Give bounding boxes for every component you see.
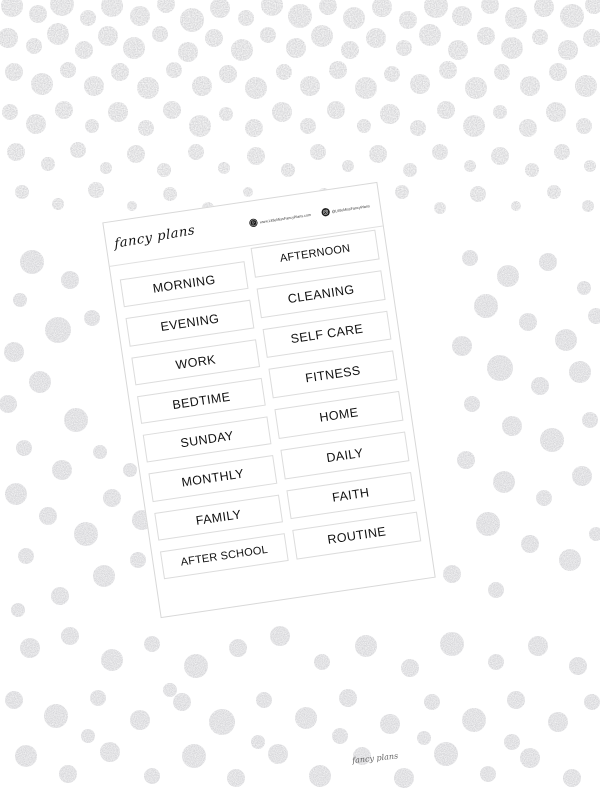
label-sticker-sunday[interactable]: SUNDAY <box>142 416 272 463</box>
confetti-bottom-field <box>5 626 600 788</box>
label-sticker-monthly[interactable]: MONTHLY <box>148 455 278 502</box>
label-sticker-routine[interactable]: ROUTINE <box>292 511 422 560</box>
label-text: FAMILY <box>194 506 243 528</box>
label-sticker-self-care[interactable]: SELF CARE <box>262 310 392 359</box>
instagram-handle-text: @LittleMissFancyPlans <box>331 203 371 214</box>
label-text: SUNDAY <box>179 428 235 451</box>
confetti-top-band <box>0 0 600 214</box>
label-text: FITNESS <box>304 363 362 386</box>
bottom-watermark: fancy plans <box>352 751 432 778</box>
label-sticker-bedtime[interactable]: BEDTIME <box>136 377 266 424</box>
label-text: WORK <box>174 352 217 372</box>
label-sticker-work[interactable]: WORK <box>131 338 261 386</box>
label-text: SELF CARE <box>289 321 365 347</box>
label-sticker-faith[interactable]: FAITH <box>286 471 416 520</box>
label-sticker-home[interactable]: HOME <box>274 390 404 439</box>
label-text: EVENING <box>159 311 221 335</box>
brand-logo-text: fancy plans <box>114 222 196 252</box>
label-sticker-cleaning[interactable]: CLEANING <box>256 269 386 318</box>
label-text: AFTER SCHOOL <box>179 543 269 569</box>
watermark-text: fancy plans <box>351 751 399 766</box>
label-text: MONTHLY <box>180 466 246 490</box>
label-sticker-fitness[interactable]: FITNESS <box>268 350 398 399</box>
sheet-paper: fancy plans P www.LittleMissFancyPlans.c… <box>102 181 436 619</box>
label-text: ROUTINE <box>326 524 388 547</box>
label-text: CLEANING <box>286 282 356 306</box>
label-sticker-evening[interactable]: EVENING <box>125 299 255 347</box>
brand-contact-group: P www.LittleMissFancyPlans.com @LittleMi… <box>248 201 372 228</box>
pinterest-badge-icon: P <box>249 218 258 227</box>
label-sticker-morning[interactable]: MORNING <box>119 261 249 308</box>
label-text: HOME <box>318 405 360 425</box>
sticker-sheet: fancy plans P www.LittleMissFancyPlans.c… <box>102 181 436 619</box>
label-text: MORNING <box>151 272 217 296</box>
label-sticker-after-school[interactable]: AFTER SCHOOL <box>159 532 289 580</box>
label-text: FAITH <box>331 485 371 506</box>
label-sticker-daily[interactable]: DAILY <box>280 431 410 480</box>
label-sticker-family[interactable]: FAMILY <box>154 494 283 541</box>
label-text: AFTERNOON <box>279 242 352 265</box>
page-canvas: fancy plans P www.LittleMissFancyPlans.c… <box>0 0 600 792</box>
label-grid: MORNING EVENING WORK BEDTIME SUNDAY MONT… <box>118 229 423 590</box>
label-text: BEDTIME <box>171 389 232 412</box>
confetti-right-field <box>443 250 600 598</box>
instagram-contact: @LittleMissFancyPlans <box>320 201 370 217</box>
website-contact: P www.LittleMissFancyPlans.com <box>248 210 311 228</box>
website-url-text: www.LittleMissFancyPlans.com <box>259 212 312 224</box>
instagram-badge-icon <box>321 208 330 217</box>
label-text: DAILY <box>325 445 365 465</box>
